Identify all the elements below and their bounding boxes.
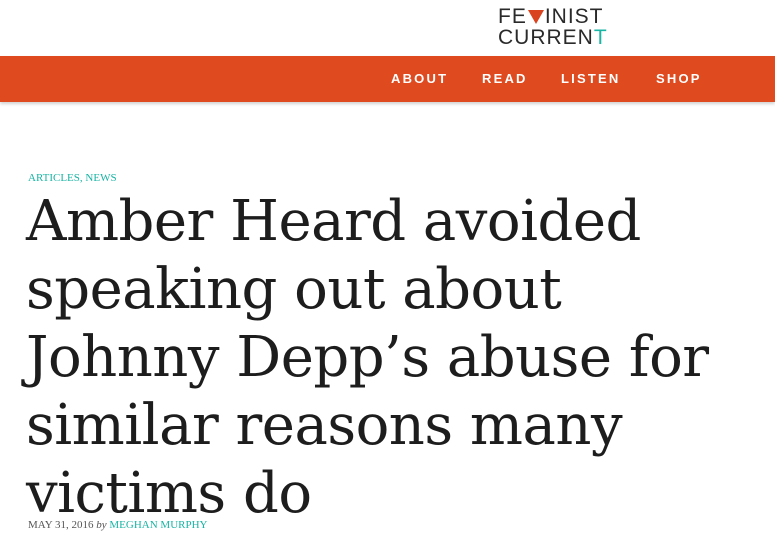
nav-listen[interactable]: LISTEN	[561, 71, 620, 86]
nav-read[interactable]: READ	[482, 71, 528, 86]
author-link[interactable]: MEGHAN MURPHY	[109, 519, 207, 531]
article-title: Amber Heard avoided speaking out about J…	[26, 188, 746, 528]
article-title-line: victims do	[26, 461, 312, 526]
nav-shop[interactable]: SHOP	[656, 71, 702, 86]
logo-line-1: FE INIST	[498, 6, 612, 27]
article-categories: ARTICLES, NEWS	[28, 172, 117, 184]
logo-line-2: CURRENT	[498, 27, 612, 48]
site-logo[interactable]: FE INIST CURRENT	[498, 6, 612, 50]
logo-text-part: FE	[498, 5, 527, 28]
article-title-line: Johnny Depp’s abuse for	[26, 325, 709, 390]
site-header: FE INIST CURRENT	[0, 0, 775, 56]
logo-accent-letter: T	[593, 26, 608, 49]
nav-about[interactable]: ABOUT	[391, 71, 448, 86]
main-nav: ABOUT READ LISTEN SHOP	[0, 56, 775, 102]
category-link-news[interactable]: NEWS	[85, 172, 116, 184]
logo-triangle-icon	[527, 10, 544, 24]
category-link-articles[interactable]: ARTICLES	[28, 172, 80, 184]
article-byline: MAY 31, 2016 by MEGHAN MURPHY	[28, 519, 208, 531]
article-title-line: speaking out about	[26, 257, 562, 322]
byline-by: by	[96, 519, 107, 531]
logo-text-part: CURREN	[498, 26, 594, 49]
article-title-line: Amber Heard avoided	[26, 189, 641, 254]
article-date: MAY 31, 2016	[28, 519, 94, 531]
article-title-line: similar reasons many	[26, 393, 623, 458]
logo-text-part: INIST	[544, 5, 604, 28]
